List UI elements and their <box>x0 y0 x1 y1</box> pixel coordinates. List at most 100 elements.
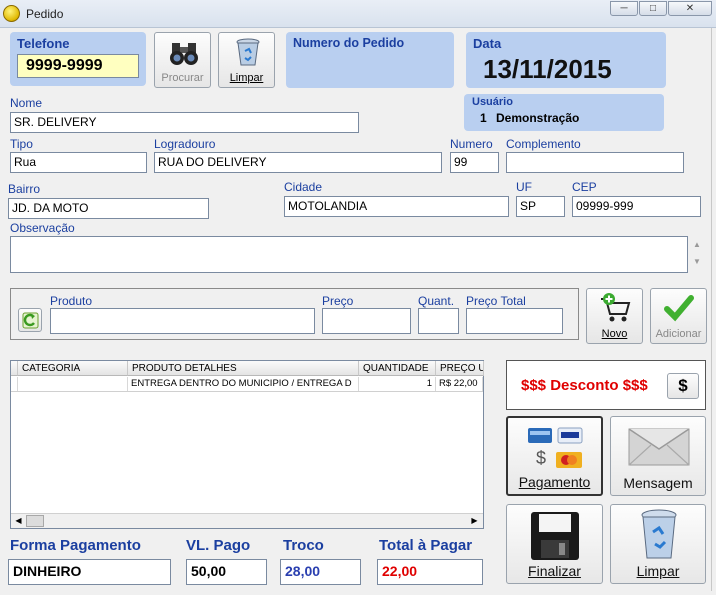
mensagem-button[interactable]: Mensagem <box>610 416 706 496</box>
grid-header-quantidade[interactable]: QUANTIDADE <box>359 361 436 376</box>
grid-header-detalhes[interactable]: PRODUTO DETALHES <box>128 361 359 376</box>
pagamento-button[interactable]: $ Pagamento <box>506 416 603 496</box>
limpar-phone-button[interactable]: Limpar <box>218 32 275 88</box>
preco-input[interactable] <box>322 308 411 334</box>
cep-label: CEP <box>572 180 597 194</box>
cell-detalhes: ENTREGA DENTRO DO MUNICIPIO / ENTREGA D <box>128 377 359 391</box>
novo-button[interactable]: Novo <box>586 288 643 344</box>
data-label: Data <box>473 36 502 51</box>
preco-label: Preço <box>322 294 354 308</box>
limpar-button[interactable]: Limpar <box>610 504 706 584</box>
title-bar: Pedido ─ □ ✕ <box>0 0 716 28</box>
quant-label: Quant. <box>418 294 455 308</box>
envelope-icon <box>628 428 690 466</box>
floppy-disk-icon <box>531 512 579 560</box>
scroll-thumb[interactable] <box>26 515 44 527</box>
usuario-id: 1 <box>480 111 487 125</box>
total-pagar-label: Total à Pagar <box>379 537 473 554</box>
usuario-name: Demonstração <box>496 111 580 125</box>
window-controls: ─ □ ✕ <box>610 1 712 18</box>
troco-value: 28,00 <box>280 559 361 585</box>
desconto-label: $$$ Desconto $$$ <box>521 377 648 394</box>
cart-add-icon <box>601 293 631 322</box>
trash-bin-icon <box>236 38 260 66</box>
scroll-left-arrow[interactable]: ◀ <box>12 515 25 527</box>
pagamento-label: Pagamento <box>518 474 591 490</box>
quant-input[interactable] <box>418 308 459 334</box>
cell-quantidade: 1 <box>359 377 436 391</box>
tipo-label: Tipo <box>10 137 33 151</box>
observacao-scrollbar[interactable]: ▲ ▼ <box>690 236 704 273</box>
adicionar-button[interactable]: Adicionar <box>650 288 707 344</box>
grid-header-preco[interactable]: PREÇO U <box>436 361 484 376</box>
scroll-right-arrow[interactable]: ▶ <box>468 515 481 527</box>
desconto-box: $$$ Desconto $$$ $ <box>506 360 706 410</box>
cell-preco: R$ 22,00 <box>436 377 483 391</box>
row-indicator <box>11 377 18 391</box>
finalizar-label: Finalizar <box>528 563 581 579</box>
usuario-panel: Usuário 1 Demonstração <box>464 94 664 131</box>
recycle-bin-icon <box>641 509 677 559</box>
observacao-label: Observação <box>10 221 75 235</box>
preco-total-label: Preço Total <box>466 294 526 308</box>
telefone-input[interactable]: 9999-9999 <box>17 54 139 78</box>
items-grid[interactable]: CATEGORIA PRODUTO DETALHES QUANTIDADE PR… <box>10 360 484 529</box>
grid-header-categoria[interactable]: CATEGORIA <box>18 361 128 376</box>
observacao-textarea[interactable] <box>10 236 688 273</box>
cidade-input[interactable]: MOTOLANDIA <box>284 196 509 217</box>
numero-pedido-label: Numero do Pedido <box>293 36 405 50</box>
complemento-input[interactable] <box>506 152 684 173</box>
payment-cards-icon: $ <box>528 427 583 468</box>
total-pagar-value: 22,00 <box>377 559 483 585</box>
numero-input[interactable]: 99 <box>450 152 499 173</box>
novo-label: Novo <box>601 328 628 340</box>
forma-pagamento-input[interactable]: DINHEIRO <box>8 559 171 585</box>
grid-indicator-header <box>11 361 18 376</box>
cidade-label: Cidade <box>284 180 323 194</box>
bairro-input[interactable]: JD. DA MOTO <box>8 198 209 219</box>
produto-input[interactable] <box>50 308 315 334</box>
grid-horizontal-scrollbar[interactable]: ◀ ▶ <box>11 513 483 528</box>
usuario-label: Usuário <box>472 96 513 108</box>
vl-pago-input[interactable]: 50,00 <box>186 559 267 585</box>
form-client-area: Telefone 9999-9999 Procurar Limpar Numer… <box>0 28 712 591</box>
procurar-label: Procurar <box>161 72 204 84</box>
troco-label: Troco <box>283 537 324 554</box>
table-row[interactable]: ENTREGA DENTRO DO MUNICIPIO / ENTREGA D … <box>11 377 483 392</box>
limpar-label: Limpar <box>636 563 680 579</box>
logradouro-label: Logradouro <box>154 137 216 151</box>
produto-lookup-button[interactable] <box>18 308 42 332</box>
limpar-phone-label: Limpar <box>229 72 264 84</box>
finalizar-button[interactable]: Finalizar <box>506 504 603 584</box>
nome-label: Nome <box>10 96 43 110</box>
procurar-button[interactable]: Procurar <box>154 32 211 88</box>
bairro-label: Bairro <box>8 182 41 196</box>
cep-input[interactable]: 09999-999 <box>572 196 701 217</box>
uf-label: UF <box>516 180 532 194</box>
adicionar-label: Adicionar <box>655 328 702 340</box>
tipo-input[interactable]: Rua <box>10 152 147 173</box>
maximize-button[interactable]: □ <box>639 1 667 16</box>
preco-total-input[interactable] <box>466 308 563 334</box>
complemento-label: Complemento <box>506 137 581 151</box>
data-panel: Data 13/11/2015 <box>466 32 666 88</box>
data-value: 13/11/2015 <box>483 54 612 84</box>
desconto-button[interactable]: $ <box>667 373 699 399</box>
close-button[interactable]: ✕ <box>668 1 712 16</box>
minimize-button[interactable]: ─ <box>610 1 638 16</box>
binoculars-icon <box>170 43 198 65</box>
produto-label: Produto <box>50 294 93 308</box>
uf-input[interactable]: SP <box>516 196 565 217</box>
nome-input[interactable]: SR. DELIVERY <box>10 112 359 133</box>
telefone-panel: Telefone 9999-9999 <box>10 32 146 86</box>
refresh-arrow-icon <box>22 312 39 329</box>
mensagem-label: Mensagem <box>623 475 693 491</box>
vl-pago-label: VL. Pago <box>186 537 251 554</box>
telefone-label: Telefone <box>17 36 70 51</box>
logradouro-input[interactable]: RUA DO DELIVERY <box>154 152 442 173</box>
numero-pedido-panel: Numero do Pedido <box>286 32 454 88</box>
forma-pagamento-label: Forma Pagamento <box>10 537 141 554</box>
cell-categoria <box>18 377 128 391</box>
svg-text:$: $ <box>536 448 546 468</box>
checkmark-icon <box>664 295 694 322</box>
